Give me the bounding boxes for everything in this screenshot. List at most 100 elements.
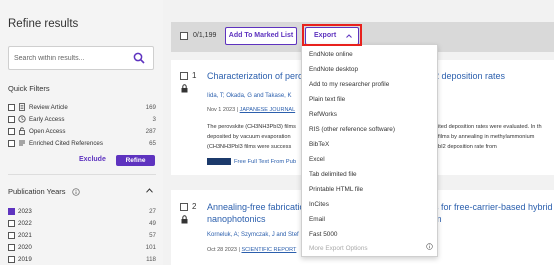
abstract-line-right: films by annealing in methylammonium bbox=[438, 134, 535, 140]
result-checkbox[interactable] bbox=[180, 72, 188, 80]
selected-count: 0/1,199 bbox=[193, 32, 217, 39]
sidebar-title: Refine results bbox=[8, 18, 79, 30]
menu-item-endnote-online[interactable]: EndNote online bbox=[309, 51, 353, 58]
year-row-2021[interactable]: 2021 57 bbox=[8, 229, 156, 241]
abstract-line: deposited by vacuum evaporation bbox=[207, 134, 291, 140]
export-highlight-box bbox=[302, 24, 362, 46]
info-icon[interactable] bbox=[71, 187, 80, 196]
search-input[interactable] bbox=[9, 47, 124, 70]
filter-enriched-cited-references[interactable]: Enriched Cited References 65 bbox=[8, 137, 156, 149]
info-icon[interactable] bbox=[426, 243, 433, 250]
year-label: 2023 bbox=[18, 207, 32, 215]
filter-label: Review Article bbox=[29, 103, 68, 111]
year-row-2022[interactable]: 2022 49 bbox=[8, 217, 156, 229]
result-authors[interactable]: Iida, T; Okada, G and Takase, K bbox=[207, 93, 292, 99]
abstract-line: (CH3NH3PbI3 films were success bbox=[207, 144, 292, 150]
filter-label: Enriched Cited References bbox=[29, 139, 103, 147]
menu-item-tab-delimited[interactable]: Tab delimited file bbox=[309, 171, 357, 178]
abstract-line-right: ited deposition rates were evaluated. In… bbox=[438, 124, 542, 130]
result-journal[interactable]: SCIENTIFIC REPORT bbox=[241, 247, 296, 253]
result-checkbox[interactable] bbox=[180, 203, 188, 211]
result-date: Nov 1 2023 | bbox=[207, 107, 239, 113]
refine-button[interactable]: Refine bbox=[116, 155, 155, 166]
checkbox-checked[interactable] bbox=[8, 207, 15, 215]
result-title[interactable]: Characterization of perov bbox=[207, 70, 308, 82]
result-title[interactable]: Annealing-free fabricatio bbox=[207, 201, 305, 213]
filter-review-article[interactable]: Review Article 169 bbox=[8, 101, 156, 113]
filter-label: Early Access bbox=[29, 115, 65, 123]
result-meta: Oct 28 2023 | SCIENTIFIC REPORT bbox=[207, 247, 296, 253]
result-meta: Nov 1 2023 | JAPANESE JOURNAL bbox=[207, 107, 295, 113]
result-title-right[interactable]: s for free-carrier-based hybrid m bbox=[434, 201, 554, 225]
checkbox[interactable] bbox=[8, 231, 15, 239]
menu-item-bibtex[interactable]: BibTeX bbox=[309, 141, 329, 148]
lock-icon bbox=[181, 84, 188, 93]
menu-item-printable-html[interactable]: Printable HTML file bbox=[309, 186, 363, 193]
menu-item-incites[interactable]: InCites bbox=[309, 201, 329, 208]
abstract-line-right: bI2 deposition rate from bbox=[438, 144, 497, 150]
checkbox[interactable] bbox=[8, 139, 15, 147]
menu-item-excel[interactable]: Excel bbox=[309, 156, 325, 163]
year-count: 27 bbox=[149, 207, 156, 215]
filter-label: Open Access bbox=[29, 127, 66, 135]
full-text-link[interactable]: Free Full Text From Pub bbox=[207, 158, 296, 165]
year-label: 2022 bbox=[18, 219, 32, 227]
year-count: 101 bbox=[145, 243, 156, 251]
full-text-logo bbox=[207, 158, 231, 165]
year-row-2019[interactable]: 2019 118 bbox=[8, 253, 156, 265]
year-label: 2019 bbox=[18, 255, 32, 263]
filter-count: 65 bbox=[149, 139, 156, 147]
lock-icon bbox=[181, 215, 188, 224]
year-count: 57 bbox=[149, 231, 156, 239]
filter-count: 287 bbox=[145, 127, 156, 135]
abstract-line: The perovskite (CH3NH3PbI3) films bbox=[207, 124, 296, 130]
add-to-marked-list-button[interactable]: Add To Marked List bbox=[225, 27, 297, 45]
menu-item-more-export-options: More Export Options bbox=[309, 245, 368, 252]
quick-filters-title: Quick Filters bbox=[8, 84, 50, 93]
menu-item-email[interactable]: Email bbox=[309, 216, 325, 223]
menu-item-ris[interactable]: RIS (other reference software) bbox=[309, 126, 395, 133]
checkbox[interactable] bbox=[8, 255, 15, 263]
year-count: 49 bbox=[149, 219, 156, 227]
full-text-label: Free Full Text From Pub bbox=[234, 158, 297, 165]
search-within-results[interactable] bbox=[8, 46, 154, 70]
result-number: 2 bbox=[192, 202, 197, 211]
checkbox[interactable] bbox=[8, 103, 15, 111]
publication-years-title: Publication Years bbox=[8, 187, 80, 196]
list-icon bbox=[19, 140, 25, 146]
publication-years-label: Publication Years bbox=[8, 187, 66, 196]
filter-count: 169 bbox=[145, 103, 156, 111]
menu-item-refworks[interactable]: RefWorks bbox=[309, 111, 337, 118]
year-label: 2020 bbox=[18, 243, 32, 251]
checkbox[interactable] bbox=[8, 219, 15, 227]
filter-early-access[interactable]: Early Access 3 bbox=[8, 113, 156, 125]
menu-item-researcher-profile[interactable]: Add to my researcher profile bbox=[309, 81, 389, 88]
menu-item-endnote-desktop[interactable]: EndNote desktop bbox=[309, 66, 358, 73]
open-lock-icon bbox=[19, 127, 25, 135]
result-number: 1 bbox=[192, 71, 197, 80]
result-journal[interactable]: JAPANESE JOURNAL bbox=[240, 107, 296, 113]
filter-open-access[interactable]: Open Access 287 bbox=[8, 125, 156, 137]
menu-item-plain-text[interactable]: Plain text file bbox=[309, 96, 345, 103]
result-authors[interactable]: Korneluk, A; Szymczak, J and Stef bbox=[207, 232, 299, 238]
year-label: 2021 bbox=[18, 231, 32, 239]
menu-item-fast-5000[interactable]: Fast 5000 bbox=[309, 231, 337, 238]
checkbox[interactable] bbox=[8, 115, 15, 123]
exclude-button[interactable]: Exclude bbox=[79, 156, 106, 163]
checkbox[interactable] bbox=[8, 243, 15, 251]
divider bbox=[8, 174, 156, 175]
result-title-end[interactable]: 2 deposition rates bbox=[434, 70, 505, 82]
year-row-2020[interactable]: 2020 101 bbox=[8, 241, 156, 253]
sidebar: Refine results Quick Filters Review Arti… bbox=[0, 0, 163, 265]
select-all-checkbox[interactable] bbox=[180, 32, 188, 40]
search-icon[interactable] bbox=[133, 52, 145, 64]
result-title-line2[interactable]: nanophotonics bbox=[207, 213, 266, 225]
chevron-up-icon[interactable] bbox=[146, 188, 153, 193]
checkbox[interactable] bbox=[8, 127, 15, 135]
clock-icon bbox=[18, 115, 26, 123]
export-dropdown-menu: EndNote online EndNote desktop Add to my… bbox=[301, 44, 438, 257]
filter-count: 3 bbox=[152, 115, 156, 123]
year-row-2023[interactable]: 2023 27 bbox=[8, 205, 156, 217]
result-date: Oct 28 2023 | bbox=[207, 247, 240, 253]
document-icon bbox=[19, 103, 25, 111]
